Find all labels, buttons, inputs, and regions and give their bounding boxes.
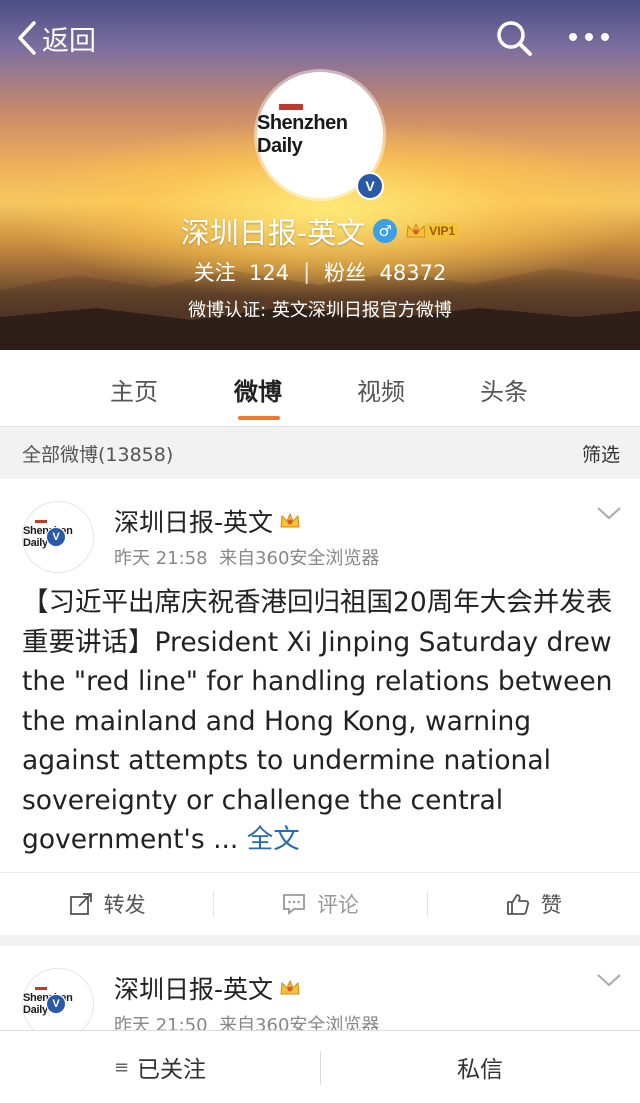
following-stat[interactable]: 关注 124 (194, 257, 289, 287)
followers-stat[interactable]: 粉丝 48372 (324, 257, 446, 287)
profile-name: 深圳日报-英文 (180, 216, 366, 250)
back-button[interactable]: 返回 (16, 18, 96, 58)
menu-icon: ≡ (113, 1056, 130, 1078)
post-author[interactable]: 深圳日报-英文 (114, 503, 273, 539)
repost-button[interactable]: 转发 (0, 873, 213, 934)
tab-home[interactable]: 主页 (110, 372, 158, 407)
like-label: 赞 (540, 892, 562, 917)
top-navigation-bar: 返回 (0, 0, 640, 74)
crown-icon (280, 512, 300, 528)
tab-video[interactable]: 视频 (357, 372, 405, 407)
comment-label: 评论 (316, 892, 359, 917)
more-dots-icon[interactable] (566, 24, 612, 50)
male-gender-icon: ♂ (373, 219, 398, 243)
tab-headlines[interactable]: 头条 (480, 372, 528, 407)
like-button[interactable]: 赞 (426, 873, 640, 934)
followed-button[interactable]: ≡ 已关注 (0, 1031, 320, 1103)
shenzhen-daily-logo: Shenzhen Daily (257, 104, 383, 158)
post-author[interactable]: 深圳日报-英文 (114, 970, 273, 1006)
vip-badge[interactable]: VIP1 (405, 221, 460, 241)
post-author-row: 深圳日报-英文 (114, 503, 301, 539)
read-full-link[interactable]: 全文 (247, 824, 300, 855)
search-icon[interactable] (494, 18, 534, 58)
crown-icon (280, 979, 300, 995)
post-author-row: 深圳日报-英文 (114, 970, 301, 1006)
thumbs-up-icon (506, 893, 529, 915)
profile-stats: 关注 124 | 粉丝 48372 (0, 257, 640, 287)
verified-badge-icon: V (46, 527, 66, 547)
repost-label: 转发 (103, 892, 146, 917)
post-text: 【习近平出席庆祝香港回归祖国20周年大会并发表重要讲话】President Xi… (22, 587, 613, 855)
profile-banner: 返回 Shenzhen Daily V 深圳日报-英文 ♂ VIP1 关注 12… (0, 0, 640, 350)
crown-icon (406, 222, 426, 238)
profile-tabs: 主页 微博 视频 头条 (0, 350, 640, 427)
repost-icon (69, 892, 92, 915)
active-tab-indicator (238, 416, 280, 420)
chevron-left-icon (18, 21, 36, 55)
filter-button[interactable]: 筛选 (582, 440, 620, 467)
bottom-action-bar: ≡ 已关注 私信 (0, 1030, 640, 1103)
vip-label: VIP1 (425, 223, 460, 239)
post-actions: 转发 评论 赞 (0, 872, 640, 934)
comment-icon (283, 893, 305, 915)
verified-badge-icon: V (356, 172, 384, 200)
chevron-down-icon[interactable] (596, 972, 622, 988)
profile-name-row: 深圳日报-英文 ♂ VIP1 (0, 210, 640, 252)
stats-separator: | (303, 260, 311, 284)
private-message-button[interactable]: 私信 (320, 1031, 640, 1103)
verified-badge-icon: V (46, 994, 66, 1014)
followed-label: 已关注 (137, 1057, 207, 1083)
chevron-down-icon[interactable] (596, 505, 622, 521)
post-card[interactable]: Shenzhen Daily V 深圳日报-英文 昨天 21:50 来自360安… (0, 946, 640, 1036)
post-time: 昨天 21:58 (114, 548, 208, 569)
filter-bar: 全部微博(13858) 筛选 (0, 428, 640, 478)
tab-weibo[interactable]: 微博 (234, 372, 282, 407)
message-label: 私信 (457, 1057, 503, 1083)
post-meta: 昨天 21:58 来自360安全浏览器 (114, 544, 379, 570)
post-card[interactable]: Shenzhen Daily V 深圳日报-英文 昨天 21:58 来自360安… (0, 479, 640, 935)
comment-button[interactable]: 评论 (213, 873, 426, 934)
post-source: 来自360安全浏览器 (219, 548, 380, 569)
back-label: 返回 (42, 25, 96, 57)
all-posts-count[interactable]: 全部微博(13858) (22, 440, 173, 467)
verification-text: 微博认证: 英文深圳日报官方微博 (188, 300, 452, 321)
